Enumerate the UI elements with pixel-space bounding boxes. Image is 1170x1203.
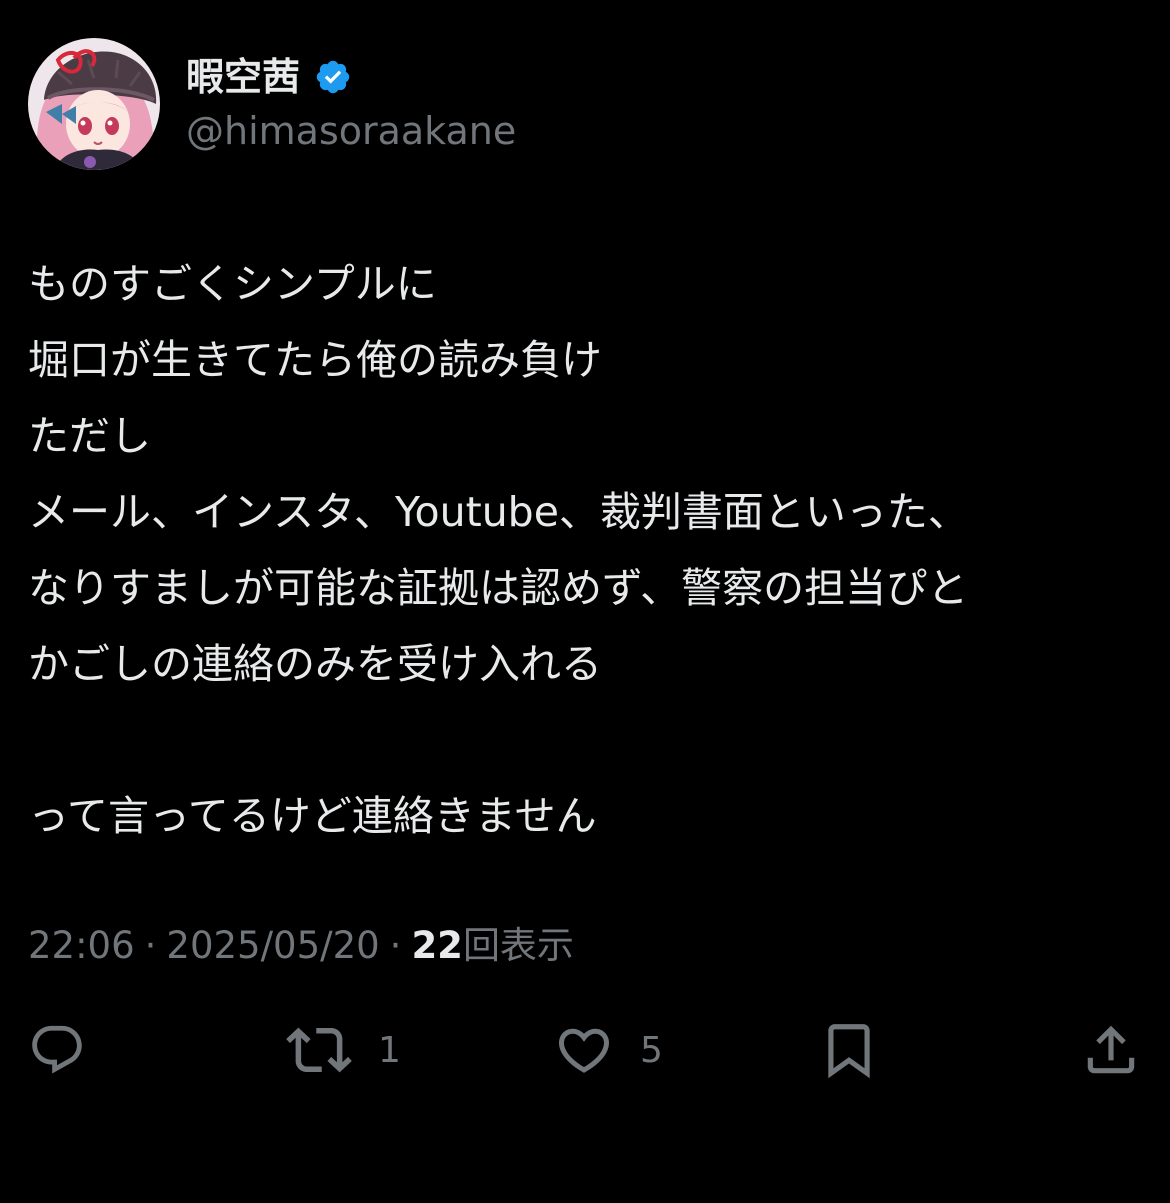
action-bar: 1 5 (0, 1012, 1170, 1088)
tweet-line: って言ってるけど連絡きません (28, 792, 597, 840)
tweet-line: かごしの連絡のみを受け入れる (28, 640, 602, 688)
meta-separator: · (389, 924, 402, 967)
tweet-line: メール、インスタ、Youtube、裁判書面といった、 (28, 488, 969, 536)
tweet-line (28, 702, 1148, 778)
tweet-time[interactable]: 22:06 (28, 924, 135, 967)
bookmark-icon (818, 1019, 880, 1081)
retweet-count: 1 (378, 1029, 401, 1071)
tweet-line: なりすましが可能な証拠は認めず、警察の担当ぴと (28, 564, 969, 612)
heart-icon (554, 1020, 614, 1080)
tweet-line: ただし (28, 412, 151, 460)
tweet-meta: 22:06 · 2025/05/20 · 22回表示 (28, 920, 574, 972)
views-count: 22 (411, 924, 463, 967)
retweet-icon (286, 1017, 352, 1083)
meta-separator: · (144, 924, 157, 967)
avatar[interactable] (28, 38, 160, 170)
retweet-button[interactable]: 1 (286, 1012, 401, 1088)
verified-badge-icon (314, 58, 352, 96)
tweet-line: 堀口が生きてたら俺の読み負け (28, 336, 602, 384)
views-label: 回表示 (462, 924, 574, 967)
share-button[interactable] (1080, 1012, 1142, 1088)
like-button[interactable]: 5 (554, 1012, 663, 1088)
like-count: 5 (640, 1029, 663, 1071)
display-name-row: 暇空茜 (186, 52, 352, 102)
reply-button[interactable] (28, 1012, 86, 1088)
tweet-date[interactable]: 2025/05/20 (166, 924, 379, 967)
bookmark-button[interactable] (818, 1012, 880, 1088)
avatar-image (28, 38, 160, 170)
user-handle[interactable]: @himasoraakane (186, 106, 516, 156)
tweet-line: ものすごくシンプルに (28, 260, 437, 308)
tweet-text: ものすごくシンプルに 堀口が生きてたら俺の読み負け ただし メール、インスタ、Y… (28, 246, 1148, 854)
display-name[interactable]: 暇空茜 (186, 52, 300, 102)
reply-icon (28, 1021, 86, 1079)
share-icon (1080, 1019, 1142, 1081)
